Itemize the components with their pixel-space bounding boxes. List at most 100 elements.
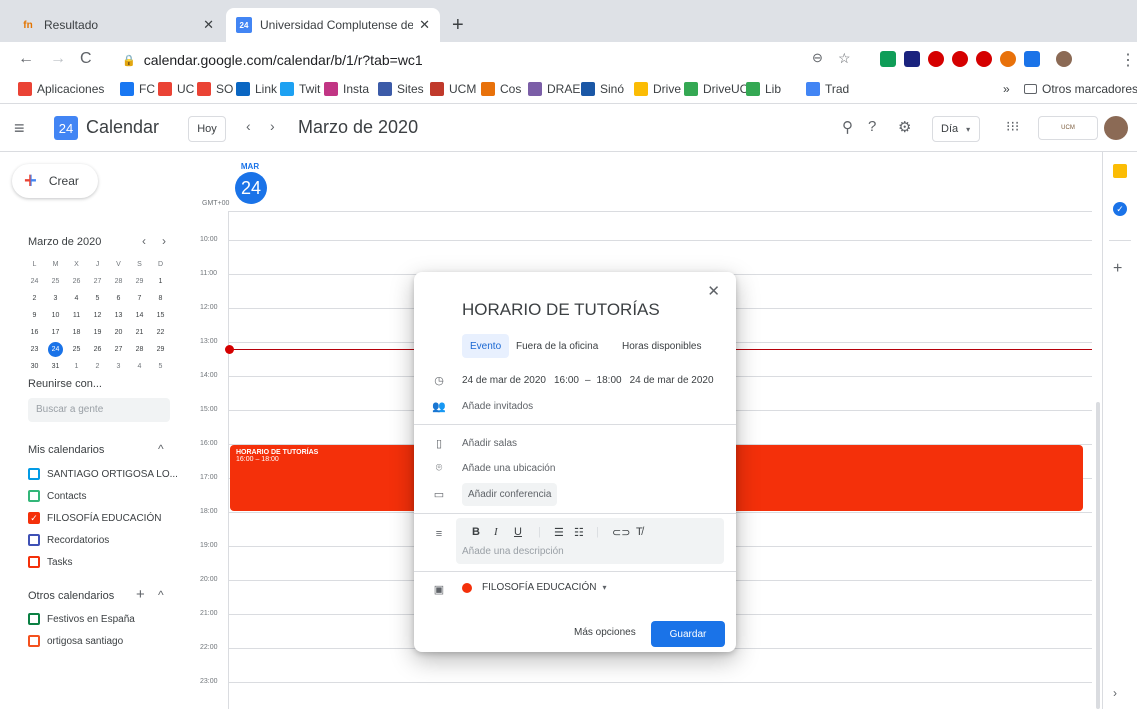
mini-day[interactable]: 13 <box>108 307 129 324</box>
mini-day[interactable]: 22 <box>150 324 171 341</box>
mini-day[interactable]: 5 <box>150 358 171 375</box>
extension-icon[interactable] <box>904 51 920 67</box>
mini-day[interactable]: 26 <box>87 341 108 358</box>
browser-menu-icon[interactable]: ⋮ <box>1120 50 1136 70</box>
extension-icon[interactable] <box>952 51 968 67</box>
more-options-button[interactable]: Más opciones <box>574 627 636 638</box>
mini-day[interactable]: 20 <box>108 324 129 341</box>
mini-day[interactable]: 27 <box>108 341 129 358</box>
mini-day[interactable]: 2 <box>24 290 45 307</box>
bold-icon[interactable]: B <box>472 526 480 538</box>
chevron-up-icon[interactable]: ^ <box>158 442 164 456</box>
calendar-list-item[interactable]: Recordatorios <box>28 534 109 546</box>
link-icon[interactable]: ⊂⊃ <box>612 526 630 539</box>
mini-day[interactable]: 1 <box>66 358 87 375</box>
extension-icon[interactable] <box>928 51 944 67</box>
bookmark-fc[interactable]: FC <box>120 82 155 96</box>
start-time[interactable]: 16:00 <box>554 375 579 386</box>
add-addon-icon[interactable]: + <box>1113 260 1122 278</box>
url-field[interactable]: 🔒 calendar.google.com/calendar/b/1/r?tab… <box>110 46 860 74</box>
browser-tab-calendar[interactable]: 24 Universidad Complutense de Ma ✕ <box>226 8 440 42</box>
close-tab-icon[interactable]: ✕ <box>419 17 430 33</box>
bookmark-drae[interactable]: DRAE <box>528 82 580 96</box>
mini-day[interactable]: 30 <box>24 358 45 375</box>
clear-formatting-icon[interactable]: T̸ <box>636 526 643 538</box>
mini-day[interactable]: 31 <box>45 358 66 375</box>
bookmark-aplicaciones[interactable]: Aplicaciones <box>18 82 104 96</box>
extension-icon[interactable] <box>1024 51 1040 67</box>
next-day-icon[interactable]: › <box>270 118 275 134</box>
mini-day[interactable]: 11 <box>66 307 87 324</box>
conference-row[interactable]: ▭ Añadir conferencia <box>432 483 558 506</box>
bookmark-sites[interactable]: Sites <box>378 82 424 96</box>
reload-icon[interactable]: C <box>80 50 92 68</box>
search-icon[interactable]: ⚲ <box>842 118 853 136</box>
forward-icon[interactable]: → <box>50 50 66 68</box>
mini-day[interactable]: 28 <box>129 341 150 358</box>
rooms-row[interactable]: ▯ Añadir salas <box>432 437 517 450</box>
expand-panel-icon[interactable]: › <box>1113 686 1117 700</box>
mini-day[interactable]: 3 <box>108 358 129 375</box>
settings-gear-icon[interactable]: ⚙ <box>898 118 911 136</box>
save-button[interactable]: Guardar <box>651 621 725 647</box>
bookmark-ucm[interactable]: UCM <box>430 82 476 96</box>
bookmark-insta[interactable]: Insta <box>324 82 369 96</box>
close-tab-icon[interactable]: ✕ <box>203 17 214 33</box>
end-time[interactable]: 18:00 <box>597 375 622 386</box>
calendar-list-item[interactable]: Tasks <box>28 556 73 568</box>
previous-day-icon[interactable]: ‹ <box>246 118 251 134</box>
mini-day[interactable]: 17 <box>45 324 66 341</box>
bookmark-trad[interactable]: Trad <box>806 82 849 96</box>
mini-day[interactable]: 25 <box>45 273 66 290</box>
checkbox[interactable] <box>28 635 40 647</box>
mini-day[interactable]: 29 <box>150 341 171 358</box>
tab-out-of-office[interactable]: Fuera de la oficina <box>508 334 606 358</box>
mini-day[interactable]: 4 <box>66 290 87 307</box>
mini-day[interactable]: 6 <box>108 290 129 307</box>
calendar-list-item[interactable]: Contacts <box>28 490 86 502</box>
chevron-up-icon[interactable]: ^ <box>158 588 164 602</box>
mini-day[interactable]: 24 <box>24 273 45 290</box>
apps-grid-icon[interactable]: ⁝⁝⁝ <box>1006 118 1019 135</box>
create-button[interactable]: + Crear <box>12 164 98 198</box>
underline-icon[interactable]: U <box>514 526 522 538</box>
view-selector[interactable]: Día ▾ <box>932 116 980 142</box>
browser-tab-resultado[interactable]: fn Resultado ✕ <box>10 8 224 42</box>
mini-day[interactable]: 15 <box>150 307 171 324</box>
main-menu-icon[interactable]: ≡ <box>14 118 25 139</box>
checkbox[interactable]: ✓ <box>28 512 40 524</box>
today-button[interactable]: Hoy <box>188 116 226 142</box>
bookmark-lib[interactable]: Lib <box>746 82 781 96</box>
add-calendar-icon[interactable]: + <box>136 586 145 603</box>
location-row[interactable]: ⌾ Añade una ubicación <box>432 462 556 475</box>
mini-next-month-icon[interactable]: › <box>162 234 166 248</box>
description-editor[interactable]: B I U | ☰ ☷ | ⊂⊃ T̸ Añade una descripció… <box>456 518 724 564</box>
mini-day[interactable]: 2 <box>87 358 108 375</box>
mini-day[interactable]: 21 <box>129 324 150 341</box>
tab-available-hours[interactable]: Horas disponibles <box>614 334 710 358</box>
italic-icon[interactable]: I <box>494 526 498 538</box>
end-date[interactable]: 24 de mar de 2020 <box>630 375 714 386</box>
bookmark-link[interactable]: Link <box>236 82 277 96</box>
mini-day[interactable]: 26 <box>66 273 87 290</box>
bulleted-list-icon[interactable]: ☷ <box>574 526 584 539</box>
calendar-selector[interactable]: FILOSOFÍA EDUCACIÓN ▾ <box>462 582 606 593</box>
calendar-list-item[interactable]: ortigosa santiago <box>28 635 123 647</box>
more-bookmarks-icon[interactable]: » <box>1003 82 1010 96</box>
mini-day[interactable]: 18 <box>66 324 87 341</box>
checkbox[interactable] <box>28 613 40 625</box>
bookmark-cos[interactable]: Cos <box>481 82 521 96</box>
event-title-input[interactable]: HORARIO DE TUTORÍAS <box>462 300 660 320</box>
keep-icon[interactable] <box>1113 164 1127 178</box>
mini-day[interactable]: 16 <box>24 324 45 341</box>
checkbox[interactable] <box>28 534 40 546</box>
checkbox[interactable] <box>28 468 40 480</box>
calendar-list-item[interactable]: SANTIAGO ORTIGOSA LO... <box>28 468 178 480</box>
mini-day[interactable]: 1 <box>150 273 171 290</box>
extension-icon[interactable] <box>976 51 992 67</box>
my-calendars-heading[interactable]: Mis calendarios <box>28 444 104 456</box>
mini-prev-month-icon[interactable]: ‹ <box>142 234 146 248</box>
mini-day[interactable]: 12 <box>87 307 108 324</box>
checkbox[interactable] <box>28 490 40 502</box>
tasks-icon[interactable]: ✓ <box>1113 202 1127 216</box>
